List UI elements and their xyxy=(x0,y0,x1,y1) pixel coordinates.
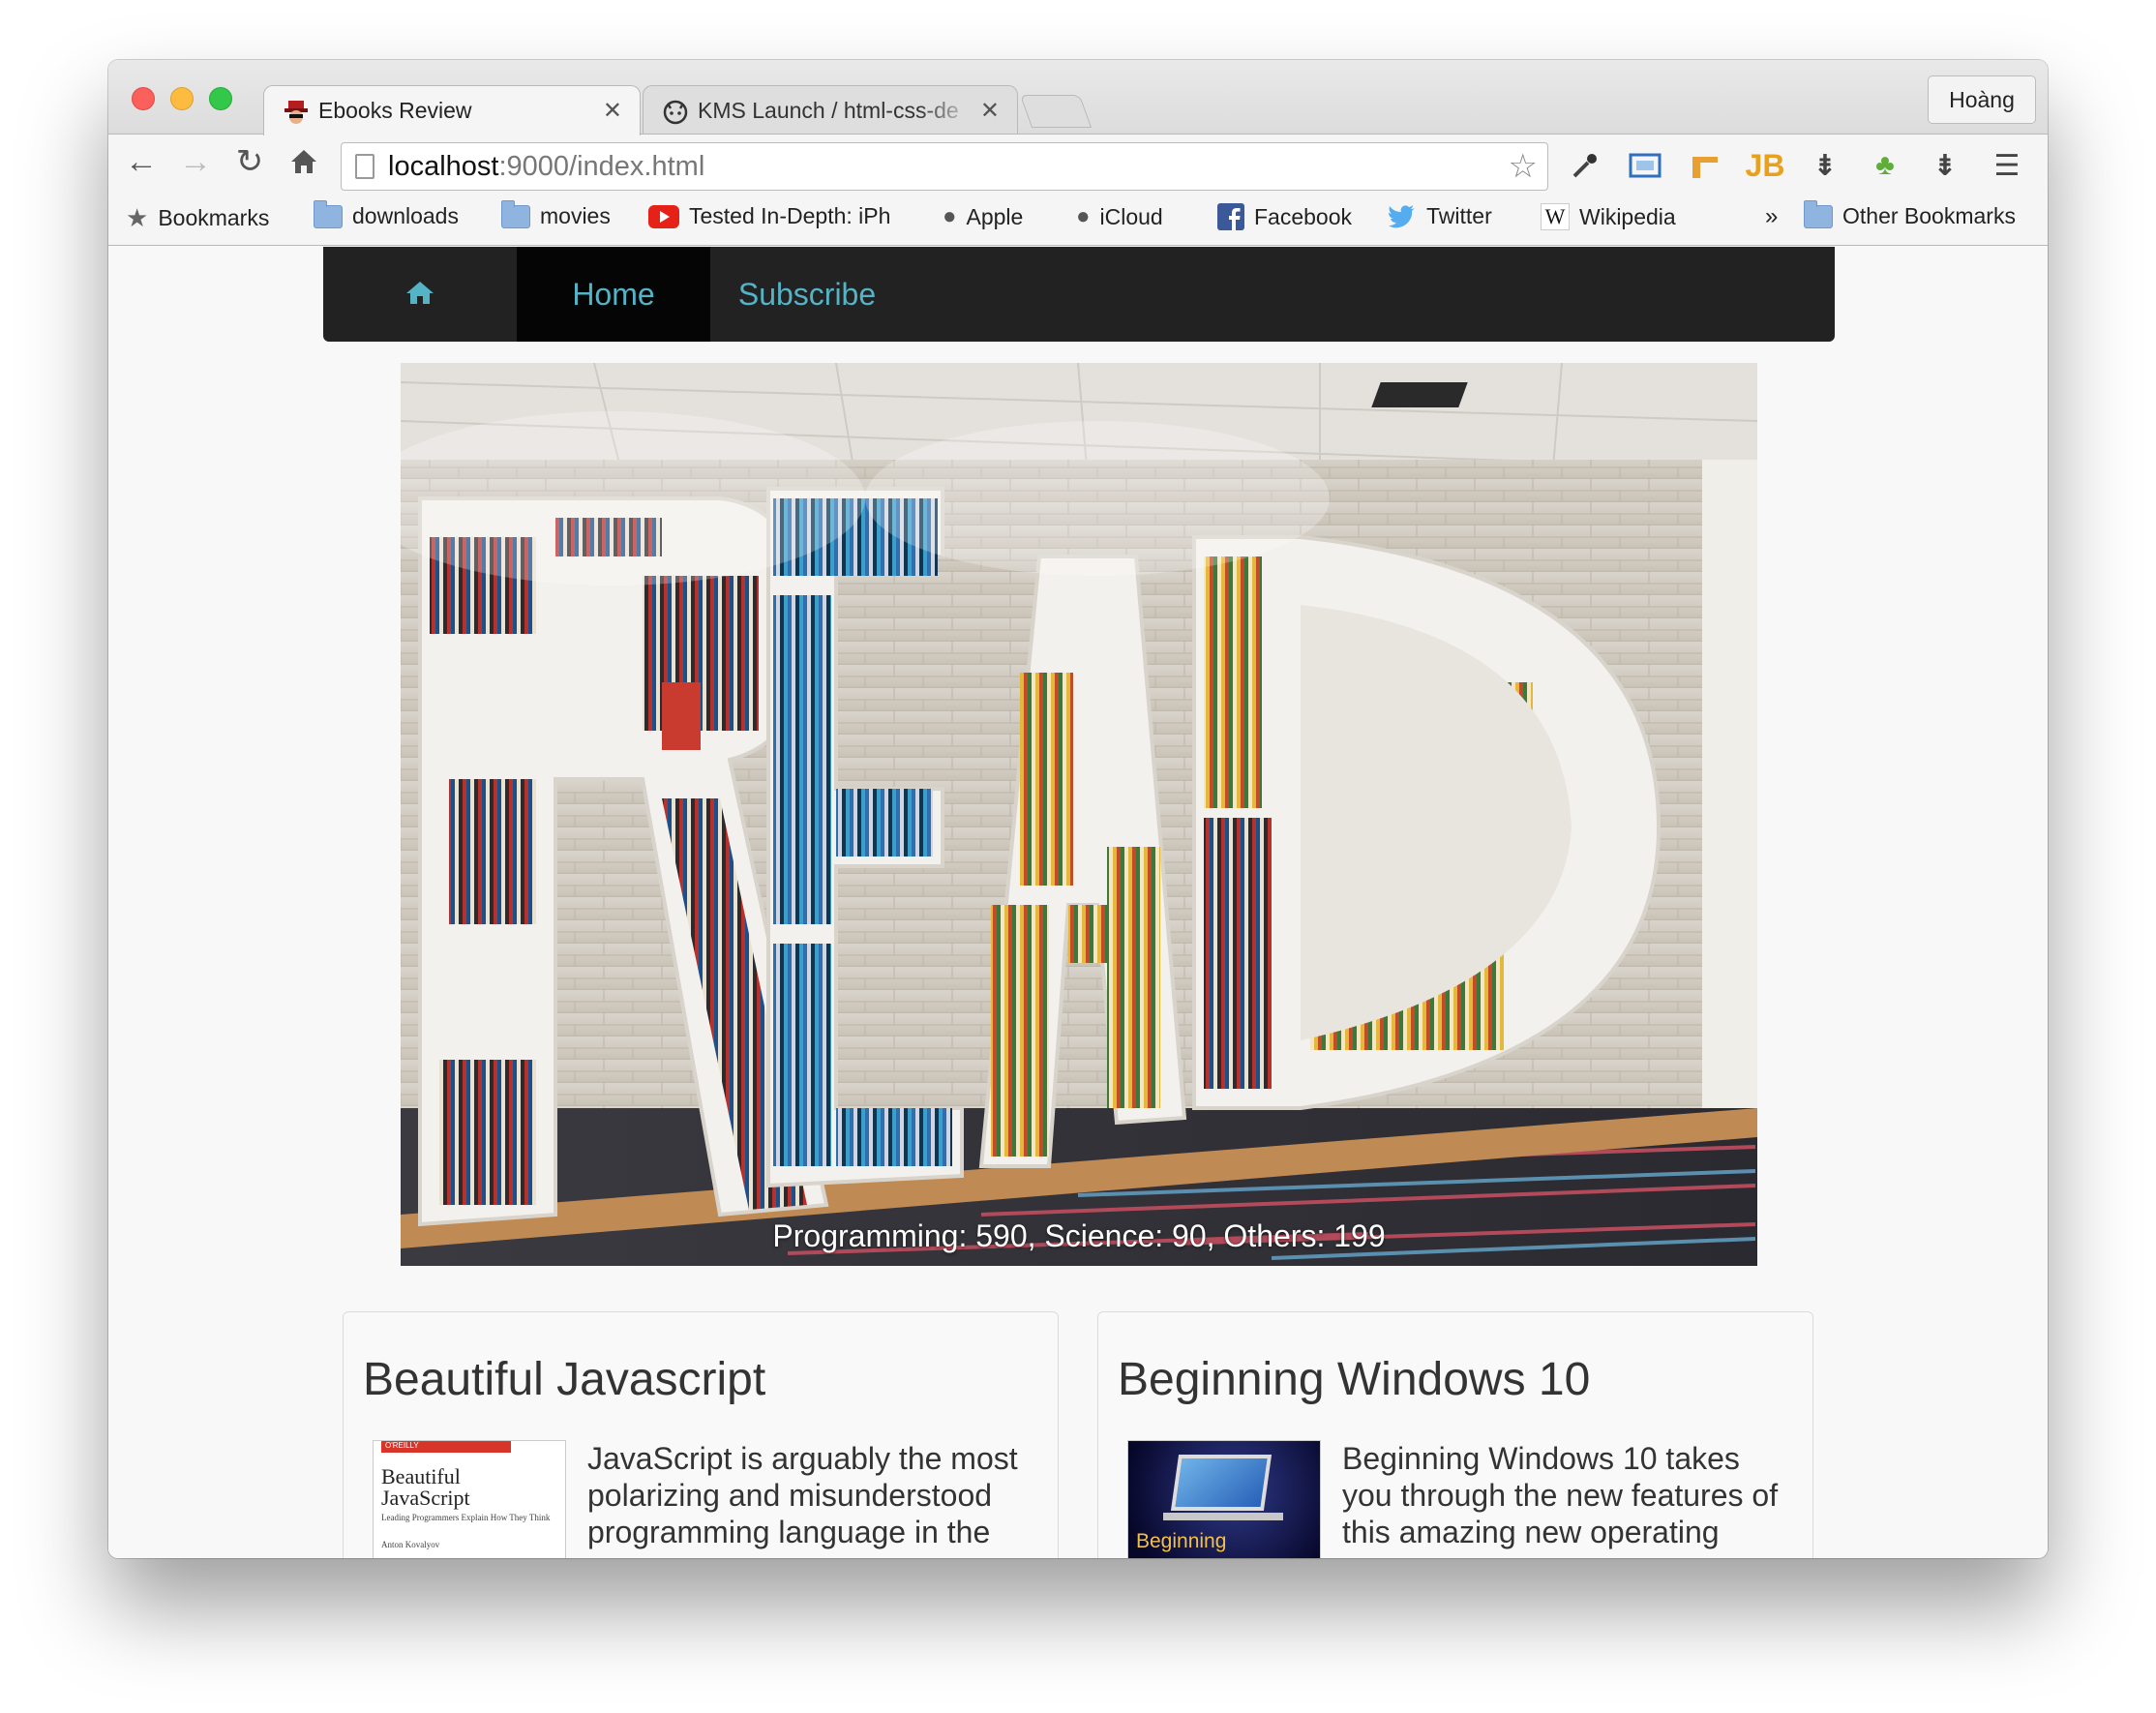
eyedropper-icon[interactable] xyxy=(1564,144,1606,187)
book-title[interactable]: Beginning Windows 10 xyxy=(1118,1353,1590,1406)
folder-icon xyxy=(1804,199,1833,228)
page-content: Home Subscribe Programming: 590, Science… xyxy=(108,247,2048,1558)
close-window-button[interactable] xyxy=(132,87,155,110)
github-octocat-icon xyxy=(661,97,690,126)
minimize-window-button[interactable] xyxy=(170,87,194,110)
spy-hat-icon xyxy=(282,97,311,126)
bookmark-icloud[interactable]: ● iCloud xyxy=(1076,203,1163,230)
book-card: Beginning Windows 10 Beginning Beginning… xyxy=(1097,1311,1813,1558)
back-arrow-icon[interactable]: ← xyxy=(122,142,161,181)
reload-icon[interactable]: ↻ xyxy=(230,142,269,181)
bookmarks-overflow[interactable]: » xyxy=(1765,203,1778,230)
page-icon xyxy=(355,154,374,179)
star-icon: ★ xyxy=(126,203,149,232)
menu-icon[interactable]: ☰ xyxy=(1986,144,2028,187)
site-navbar: Home Subscribe xyxy=(323,247,1835,342)
book-cover[interactable]: O'REILLY Beautiful JavaScript Leading Pro… xyxy=(373,1440,566,1558)
zoom-window-button[interactable] xyxy=(209,87,232,110)
hero-caption: Programming: 590, Science: 90, Others: 1… xyxy=(772,1218,1386,1253)
tab-title: KMS Launch / html-css-de xyxy=(698,98,959,123)
jetbrains-icon[interactable]: JB xyxy=(1744,144,1786,187)
close-tab-icon[interactable]: ✕ xyxy=(980,97,1000,125)
bookmark-downloads[interactable]: downloads xyxy=(314,199,459,229)
apple-icon: ● xyxy=(1076,203,1091,229)
tab-strip: Ebooks Review ✕ KMS Launch / html-css-de… xyxy=(108,60,2048,135)
book-card: Beautiful Javascript O'REILLY Beautiful J… xyxy=(343,1311,1059,1558)
hero-image: Programming: 590, Science: 90, Others: 1… xyxy=(401,363,1757,1266)
browser-toolbar: ← → ↻ localhost:9000/index.html ☆ JB ⇟ ♣… xyxy=(108,134,2048,192)
bookmark-apple[interactable]: ● Apple xyxy=(943,203,1023,230)
folder-icon xyxy=(501,199,530,228)
other-bookmarks[interactable]: Other Bookmarks xyxy=(1804,199,2016,229)
home-icon[interactable] xyxy=(284,142,323,181)
profile-button[interactable]: Hoàng xyxy=(1928,75,2036,124)
nav-home-icon-link[interactable] xyxy=(323,247,517,342)
forward-arrow-icon[interactable]: → xyxy=(176,142,215,181)
nav-home-link[interactable]: Home xyxy=(517,247,710,342)
url-text: localhost:9000/index.html xyxy=(388,150,705,182)
bookmark-star-icon[interactable]: ☆ xyxy=(1509,147,1538,186)
evernote-icon[interactable]: ♣ xyxy=(1864,144,1906,187)
tab-title: Ebooks Review xyxy=(318,98,472,123)
window-resizer-icon[interactable] xyxy=(1624,144,1666,187)
extension-tree-icon[interactable]: ⇟ xyxy=(1804,144,1846,187)
extension-tree-icon-2[interactable]: ⇟ xyxy=(1924,144,1966,187)
book-description: Beginning Windows 10 takes you through t… xyxy=(1342,1441,1779,1549)
address-bar[interactable]: localhost:9000/index.html ☆ xyxy=(341,142,1548,191)
close-tab-icon[interactable]: ✕ xyxy=(603,97,622,125)
bookmark-movies[interactable]: movies xyxy=(501,199,611,229)
bookmark-twitter[interactable]: Twitter xyxy=(1388,203,1492,229)
bookmark-facebook[interactable]: Facebook xyxy=(1217,203,1352,230)
youtube-icon xyxy=(648,204,679,228)
twitter-icon xyxy=(1388,204,1417,229)
wikipedia-icon: W xyxy=(1541,203,1570,230)
book-description: JavaScript is arguably the most polarizi… xyxy=(587,1441,1018,1549)
ruler-icon[interactable] xyxy=(1684,144,1726,187)
apple-icon: ● xyxy=(943,203,957,229)
browser-window: Ebooks Review ✕ KMS Launch / html-css-de… xyxy=(108,60,2048,1558)
book-cover[interactable]: Beginning xyxy=(1127,1440,1321,1558)
tab-ebooks-review[interactable]: Ebooks Review ✕ xyxy=(263,85,641,135)
home-icon xyxy=(405,277,434,313)
facebook-icon xyxy=(1217,203,1244,230)
new-tab-button[interactable] xyxy=(1019,95,1093,128)
bookmarks-item[interactable]: ★ Bookmarks xyxy=(126,203,269,233)
folder-icon xyxy=(314,199,343,228)
laptop-illustration xyxy=(1170,1455,1273,1511)
bookmarks-bar: ★ Bookmarks downloads movies Tested In-D… xyxy=(108,192,2048,246)
tab-kms-launch[interactable]: KMS Launch / html-css-de ✕ xyxy=(643,85,1018,135)
read-bookshelf-photo xyxy=(401,363,1757,1266)
bookmark-wikipedia[interactable]: W Wikipedia xyxy=(1541,203,1676,230)
nav-subscribe-link[interactable]: Subscribe xyxy=(710,247,904,342)
book-title[interactable]: Beautiful Javascript xyxy=(363,1353,765,1406)
